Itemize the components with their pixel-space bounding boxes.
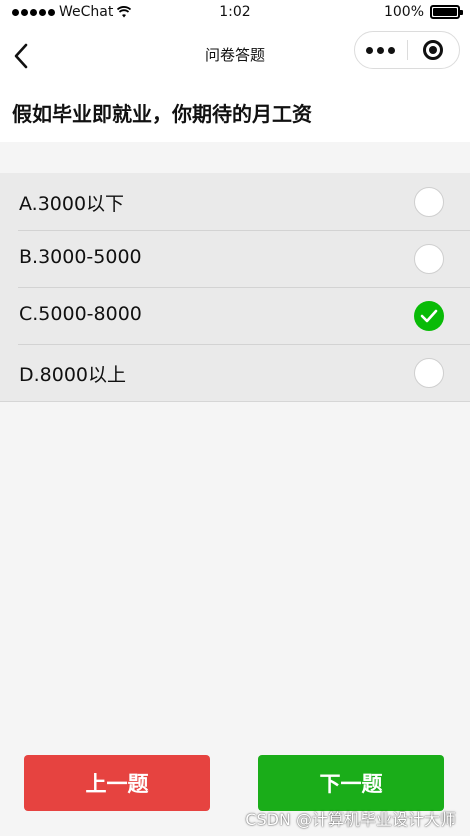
watermark: CSDN @计算机毕业设计大师 [245, 810, 456, 829]
radio-unchecked-icon[interactable] [414, 358, 444, 388]
prev-question-button[interactable]: 上一题 [24, 755, 210, 811]
option-label: D.8000以上 [19, 364, 127, 386]
option-b[interactable]: B.3000-5000 [0, 230, 470, 287]
more-dots-icon [366, 46, 374, 54]
battery-icon [430, 5, 463, 19]
checkmark-icon [420, 309, 438, 323]
close-mini-program-button[interactable] [407, 32, 459, 68]
mini-program-capsule [354, 31, 460, 69]
status-bar: WeChat 1:02 100% [0, 0, 470, 28]
option-label: B.3000-5000 [19, 246, 142, 268]
options-list: A.3000以下 B.3000-5000 C.5000-8000 D.8000以… [0, 173, 470, 402]
question-title: 假如毕业即就业，你期待的月工资 [12, 102, 312, 126]
more-button[interactable] [355, 32, 407, 68]
option-d[interactable]: D.8000以上 [0, 344, 470, 401]
target-icon [423, 40, 444, 60]
option-a[interactable]: A.3000以下 [0, 173, 470, 230]
nav-bar: 问卷答题 [0, 28, 470, 86]
option-label: C.5000-8000 [19, 303, 142, 325]
status-right: 100% [383, 4, 463, 20]
radio-unchecked-icon[interactable] [414, 187, 444, 217]
radio-checked-icon[interactable] [414, 301, 444, 331]
question-header: 假如毕业即就业，你期待的月工资 [0, 86, 470, 142]
option-c[interactable]: C.5000-8000 [0, 287, 470, 344]
option-label: A.3000以下 [19, 193, 125, 215]
next-question-button[interactable]: 下一题 [258, 755, 444, 811]
radio-unchecked-icon[interactable] [414, 244, 444, 274]
battery-percent: 100% [383, 4, 424, 20]
